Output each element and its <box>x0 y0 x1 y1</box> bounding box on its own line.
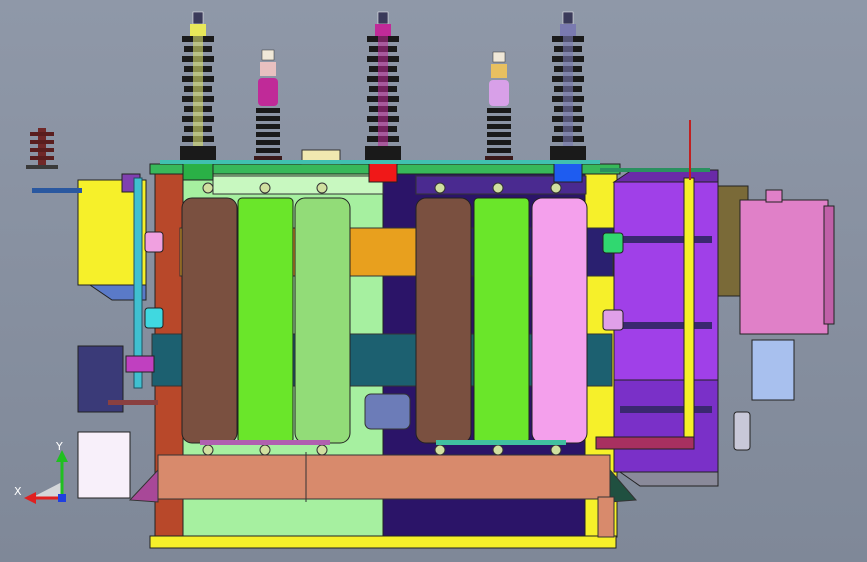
top-pipe <box>160 160 600 164</box>
winding-4-brown <box>415 197 472 444</box>
small-cylinder <box>733 411 751 451</box>
cabinet-top <box>765 189 783 203</box>
cad-viewport[interactable]: Y X <box>0 0 867 562</box>
cooler-bar-upper <box>620 236 712 243</box>
bushing-lv-2 <box>485 51 513 164</box>
bushing-hv-2 <box>365 11 401 183</box>
cabinet-body <box>739 199 829 335</box>
gauge-box <box>751 339 795 401</box>
terminal-box-blue <box>553 161 583 183</box>
bushing-lv-1 <box>254 49 282 164</box>
core-window-plate <box>364 393 411 430</box>
left-lower-rod <box>108 400 158 405</box>
left-valve-upper <box>144 231 164 253</box>
cooler-bar-mid <box>620 322 712 329</box>
bottom-maroon-bar <box>595 436 695 450</box>
left-column-bracket <box>212 175 384 195</box>
right-bottom-bus <box>436 440 566 445</box>
transformer-assembly-drawing <box>24 11 835 549</box>
triad-y-label: Y <box>56 440 63 453</box>
right-valve-upper <box>602 232 624 254</box>
terminal-box-green <box>182 161 214 181</box>
cooler-shadow-strip <box>613 379 719 473</box>
left-valve-lower <box>144 307 164 329</box>
left-white-box <box>77 431 131 499</box>
winding-6-pink <box>531 197 588 444</box>
coordinate-triad <box>24 450 68 504</box>
winding-5-green <box>473 197 530 444</box>
left-conservator <box>32 173 164 499</box>
triad-x-label: X <box>14 485 22 498</box>
left-bottom-bus <box>200 440 330 445</box>
right-cooler <box>595 169 719 487</box>
bushing-hv-1 <box>180 11 216 181</box>
bushing-hv-3 <box>550 11 586 183</box>
left-small-device <box>125 355 155 373</box>
terminal-box-red <box>368 161 398 183</box>
control-cabinet <box>717 185 835 451</box>
yellow-vertical-rail <box>683 177 695 449</box>
right-valve-lower <box>602 309 624 331</box>
tank-bottom-plate <box>149 535 617 549</box>
right-top-pipe <box>600 168 710 172</box>
left-surge-arrester <box>26 128 58 169</box>
left-base-foot <box>128 468 159 503</box>
cooler-bar-lower <box>620 406 712 413</box>
right-leg <box>597 496 615 538</box>
z-axis-marker <box>58 494 66 502</box>
cabinet-side-rail <box>823 205 835 325</box>
winding-2-green <box>237 197 294 444</box>
winding-3-lightgreen <box>294 197 351 444</box>
upper-yoke-center <box>347 227 424 277</box>
base-beam-body <box>157 454 611 500</box>
right-cooler-foot <box>618 471 719 487</box>
left-horizontal-rod <box>32 188 82 193</box>
winding-1-brown <box>181 197 238 444</box>
